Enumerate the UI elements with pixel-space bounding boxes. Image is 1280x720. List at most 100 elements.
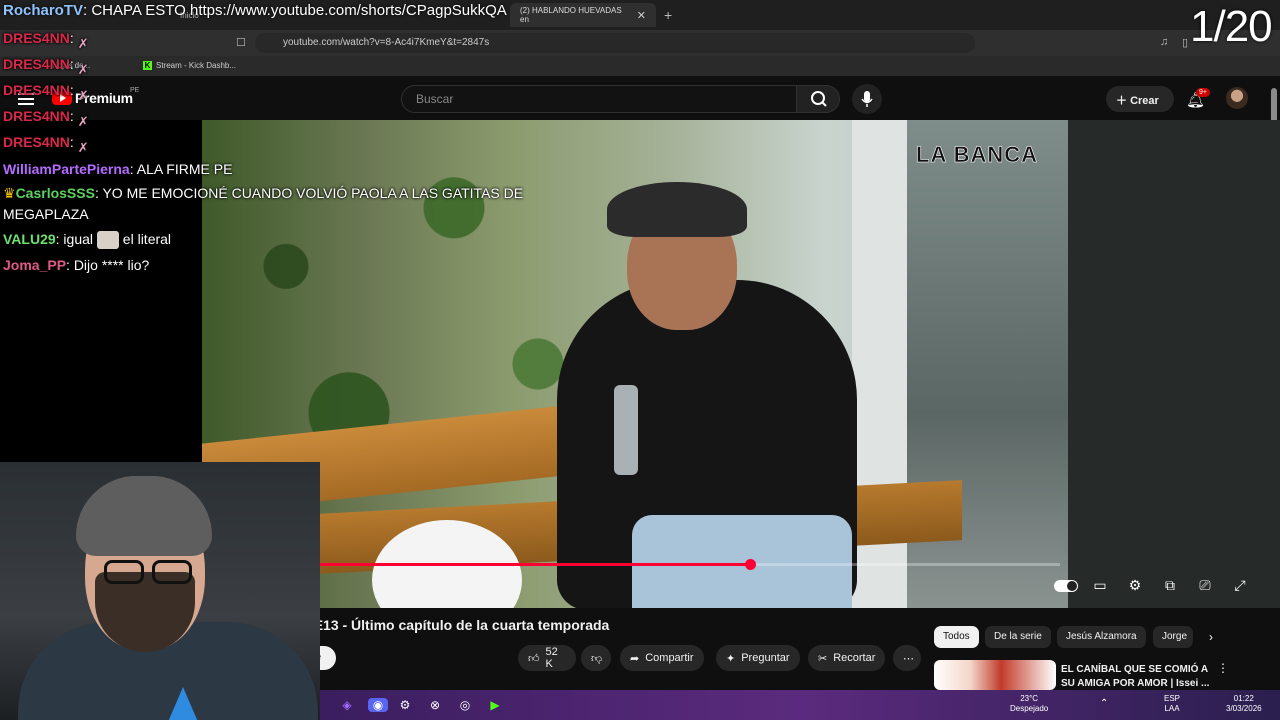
- search-input[interactable]: Buscar: [401, 85, 797, 113]
- chat-text: :: [69, 30, 74, 46]
- glasses-right: [152, 560, 192, 584]
- chat-username: CasrlosSSS: [15, 185, 95, 201]
- like-button[interactable]: 👍︎ 52 K: [518, 645, 576, 671]
- chat-username: RocharoTV: [3, 2, 84, 19]
- steam-icon[interactable]: ⚙: [398, 698, 412, 712]
- notification-badge: 9+: [1196, 88, 1210, 97]
- chat-username: DRES4NN: [3, 134, 70, 150]
- app-icon[interactable]: ◈: [340, 698, 354, 712]
- chevron-right-icon[interactable]: ›: [1200, 630, 1222, 650]
- chat-message: DRES4NN: ✗: [3, 78, 92, 104]
- screen: { "browser": { "tabs": [ {"label": "Oroc…: [0, 0, 1280, 720]
- water-bottle: [614, 385, 638, 475]
- chat-text: :: [69, 108, 74, 124]
- tab-label: (2) HABLANDO HUEVADAS en: [520, 6, 622, 24]
- chat-username: WilliamPartePierna: [3, 161, 130, 177]
- clip-button[interactable]: ✂ Recortar: [808, 645, 886, 671]
- chat-text: :: [69, 134, 74, 150]
- thumbs-up-icon: 👍︎: [528, 652, 540, 665]
- bookmark-icon[interactable]: ☐: [236, 36, 246, 49]
- xbox-icon[interactable]: ⊗: [428, 698, 442, 712]
- lang-secondary: LAA: [1164, 704, 1180, 713]
- share-label: Compartir: [645, 652, 694, 664]
- chat-username: DRES4NN: [3, 56, 70, 72]
- person-cap: [607, 182, 747, 237]
- crown-icon: ♛: [3, 185, 16, 201]
- chat-username: Joma_PP: [3, 257, 67, 273]
- voice-search-button[interactable]: [852, 84, 882, 114]
- more-dots-icon: ⋯: [903, 652, 914, 665]
- chat-username: DRES4NN: [3, 82, 70, 98]
- kick-app-icon[interactable]: ▶: [488, 698, 502, 712]
- chat-pinned-message: RocharoTV: CHAPA ESTO https://www.youtub…: [3, 2, 507, 19]
- clock-time: 01:22: [1233, 694, 1254, 703]
- bookmark-label: Stream - Kick Dashb...: [156, 61, 237, 70]
- chip-series[interactable]: De la serie: [985, 626, 1051, 648]
- scissors-icon: ✂: [818, 652, 828, 665]
- bookmark-item-kick[interactable]: K Stream - Kick Dashb...: [143, 61, 236, 70]
- chat-message: DRES4NN: ✗: [3, 104, 92, 130]
- chat-message: WilliamPartePierna: ALA FIRME PE: [3, 157, 232, 181]
- sidebar-icon[interactable]: ▯: [1182, 36, 1188, 49]
- glasses-left: [104, 560, 144, 584]
- chat-text: :: [69, 56, 74, 72]
- more-vert-icon[interactable]: ⋮: [1212, 661, 1234, 681]
- chip-all[interactable]: Todos: [934, 626, 979, 648]
- channel-watermark: LA BANCA: [916, 142, 1039, 168]
- chat-text: : CHAPA ESTO https://www.youtube.com/sho…: [83, 2, 507, 19]
- thumbs-down-icon: 👎︎: [591, 652, 603, 665]
- chat-username: DRES4NN: [3, 30, 70, 46]
- chat-text: : igual: [55, 231, 94, 247]
- search-button[interactable]: [796, 85, 840, 113]
- chat-message-continuation: MEGAPLAZA: [3, 202, 89, 226]
- url-field[interactable]: youtube.com/watch?v=8-Ac4i7KmeY&t=2847s: [255, 33, 975, 53]
- language-indicator[interactable]: ESP LAA: [1164, 694, 1180, 714]
- autoplay-toggle[interactable]: [1054, 580, 1078, 592]
- share-button[interactable]: ➦ Compartir: [620, 645, 704, 671]
- emote-icon: ✗: [77, 88, 89, 104]
- microphone-icon: [861, 91, 873, 107]
- weather-widget[interactable]: 23°C Despejado: [1010, 694, 1048, 714]
- chat-message: DRES4NN: ✗: [3, 130, 92, 155]
- ask-label: Preguntar: [741, 652, 790, 664]
- create-label: Crear: [1130, 95, 1159, 107]
- chat-text: :: [69, 82, 74, 98]
- chevron-up-icon[interactable]: ⌃: [1100, 699, 1108, 709]
- browser-tab-active[interactable]: (2) HABLANDO HUEVADAS en ✕: [510, 3, 656, 27]
- new-tab-icon[interactable]: +: [664, 7, 672, 23]
- recommendation-title[interactable]: EL CANÍBAL QUE SE COMIÓ A SU AMIGA POR A…: [1061, 663, 1211, 691]
- more-actions-button[interactable]: ⋯: [893, 645, 921, 671]
- cast-icon[interactable]: ⎚: [1194, 577, 1216, 597]
- emote-icon: ✗: [77, 114, 89, 130]
- emote-icon: ✗: [77, 62, 89, 78]
- clock[interactable]: 01:22 3/03/2026: [1226, 694, 1262, 714]
- settings-gear-icon[interactable]: ⚙: [1124, 577, 1146, 597]
- emote-icon: [96, 231, 119, 250]
- subtitles-icon[interactable]: ▭: [1089, 577, 1111, 597]
- create-button[interactable]: ＋ Crear: [1106, 86, 1174, 112]
- dislike-button[interactable]: 👎︎: [581, 645, 611, 671]
- discord-icon[interactable]: ◉: [368, 698, 388, 712]
- fullscreen-icon[interactable]: ⤢: [1229, 577, 1251, 597]
- chat-text: : YO ME EMOCIONÉ CUANDO VOLVIÓ PAOLA A L…: [94, 185, 524, 201]
- chat-text: MEGAPLAZA: [3, 206, 89, 222]
- progress-scrubber[interactable]: [745, 559, 756, 570]
- player-side-area: [1068, 120, 1280, 608]
- chat-text: : ALA FIRME PE: [129, 161, 233, 177]
- chip-jorge[interactable]: Jorge: [1153, 626, 1193, 648]
- miniplayer-icon[interactable]: ⧉: [1159, 577, 1181, 597]
- media-icon[interactable]: ♫: [1160, 36, 1168, 48]
- avatar[interactable]: [1226, 87, 1248, 109]
- ask-button[interactable]: ✦ Preguntar: [716, 645, 800, 671]
- chip-jesus-alzamora[interactable]: Jesús Alzamora: [1057, 626, 1146, 648]
- bookmarks-bar: Hojas de... K Stream - Kick Dashb...: [0, 56, 1280, 76]
- search-icon: [811, 91, 827, 107]
- kick-icon: K: [143, 61, 152, 70]
- recommendation-thumbnail[interactable]: [934, 660, 1056, 690]
- obs-icon[interactable]: ◎: [458, 698, 472, 712]
- clock-date: 3/03/2026: [1226, 704, 1262, 713]
- weather-text: Despejado: [1010, 704, 1049, 713]
- region-label: PE: [130, 87, 140, 94]
- chat-message: Joma_PP: Dijo **** lio?: [3, 253, 149, 277]
- close-icon[interactable]: ✕: [637, 9, 646, 22]
